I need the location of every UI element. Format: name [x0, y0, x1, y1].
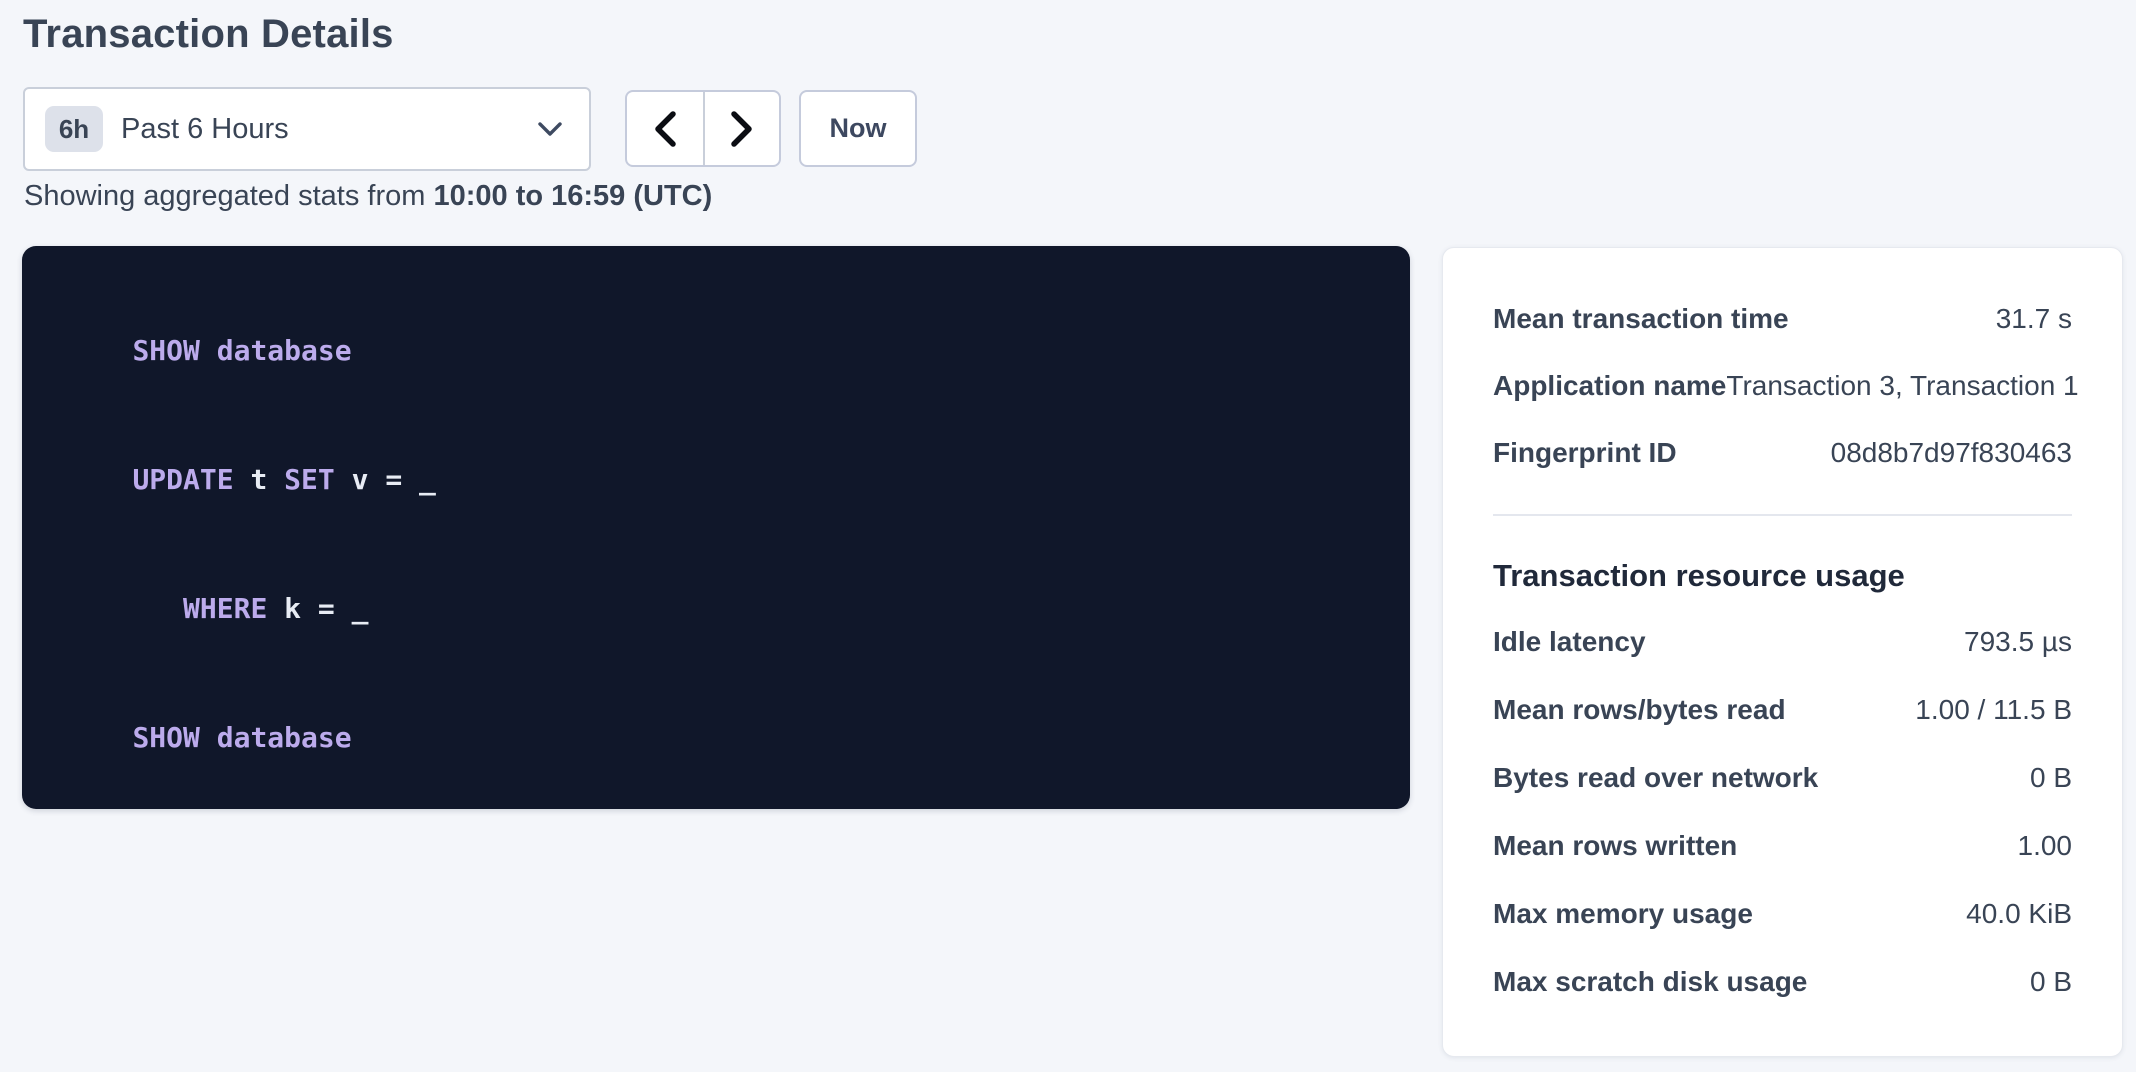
summary-row-label: Idle latency: [1493, 626, 1646, 658]
transaction-summary-card: Mean transaction time 31.7 s Application…: [1442, 247, 2123, 1057]
summary-row-label: Max scratch disk usage: [1493, 966, 1807, 998]
summary-row-value: 0 B: [2030, 966, 2072, 998]
time-range-selected-label: Past 6 Hours: [121, 113, 537, 146]
sql-token: SHOW database: [132, 721, 351, 754]
card-divider: [1493, 514, 2072, 516]
chevron-down-icon: [537, 121, 563, 137]
sql-line: SHOW database: [65, 286, 1370, 415]
summary-row-label: Mean transaction time: [1493, 303, 1789, 335]
summary-row-value: 793.5 µs: [1964, 626, 2072, 658]
time-range-summary: Showing aggregated stats from 10:00 to 1…: [24, 180, 712, 213]
sql-line: SHOW database: [65, 673, 1370, 802]
summary-row-label: Max memory usage: [1493, 898, 1753, 930]
summary-row-application-name: Application name Transaction 3, Transact…: [1493, 352, 2072, 419]
summary-row-value: 1.00: [2018, 830, 2073, 862]
sql-token: UPDATE: [132, 463, 233, 496]
summary-row-value: 08d8b7d97f830463: [1831, 437, 2072, 469]
sql-token: [132, 592, 183, 625]
summary-row-label: Mean rows/bytes read: [1493, 694, 1786, 726]
time-range-dropdown[interactable]: 6h Past 6 Hours: [23, 87, 591, 171]
summary-row-value: 1.00 / 11.5 B: [1915, 694, 2072, 726]
time-nav-button-group: [625, 90, 781, 167]
resource-usage-heading: Transaction resource usage: [1493, 554, 2072, 598]
summary-row-mean-transaction-time: Mean transaction time 31.7 s: [1493, 285, 2072, 352]
summary-row-label: Bytes read over network: [1493, 762, 1818, 794]
summary-row-value: 0 B: [2030, 762, 2072, 794]
sql-token: t: [234, 463, 285, 496]
sql-statement-box: SHOW database UPDATE t SET v = _ WHERE k…: [22, 246, 1410, 809]
time-range-badge: 6h: [45, 106, 103, 152]
sql-line: UPDATE t SET v = _: [65, 415, 1370, 544]
summary-row-fingerprint-id: Fingerprint ID 08d8b7d97f830463: [1493, 419, 2072, 486]
prev-time-button[interactable]: [627, 92, 703, 165]
page-title: Transaction Details: [23, 12, 394, 57]
summary-row-label: Mean rows written: [1493, 830, 1737, 862]
summary-row-mean-rows-written: Mean rows written 1.00: [1493, 812, 2072, 880]
summary-row-value: 31.7 s: [1996, 303, 2072, 335]
summary-row-label: Application name: [1493, 370, 1726, 402]
summary-row-mean-rows-bytes-read: Mean rows/bytes read 1.00 / 11.5 B: [1493, 676, 2072, 744]
resource-usage-rows: Idle latency 793.5 µs Mean rows/bytes re…: [1493, 608, 2072, 1016]
summary-row-label: Fingerprint ID: [1493, 437, 1677, 469]
summary-row-bytes-read-over-network: Bytes read over network 0 B: [1493, 744, 2072, 812]
sql-token: SHOW database: [132, 334, 351, 367]
summary-row-value: 40.0 KiB: [1966, 898, 2072, 930]
chevron-left-icon: [653, 110, 677, 148]
next-time-button[interactable]: [703, 92, 779, 165]
sql-token: k = _: [267, 592, 368, 625]
sql-token: v = _: [335, 463, 436, 496]
summary-row-value: Transaction 3, Transaction 1: [1726, 370, 2078, 402]
summary-row-max-memory-usage: Max memory usage 40.0 KiB: [1493, 880, 2072, 948]
sql-token: SET: [284, 463, 335, 496]
sql-token: WHERE: [183, 592, 267, 625]
time-range-summary-prefix: Showing aggregated stats from: [24, 180, 433, 212]
time-range-summary-range: 10:00 to 16:59 (UTC): [433, 180, 712, 212]
summary-row-max-scratch-disk-usage: Max scratch disk usage 0 B: [1493, 948, 2072, 1016]
chevron-right-icon: [730, 110, 754, 148]
now-button[interactable]: Now: [799, 90, 917, 167]
summary-row-idle-latency: Idle latency 793.5 µs: [1493, 608, 2072, 676]
sql-line: WHERE k = _: [65, 544, 1370, 673]
